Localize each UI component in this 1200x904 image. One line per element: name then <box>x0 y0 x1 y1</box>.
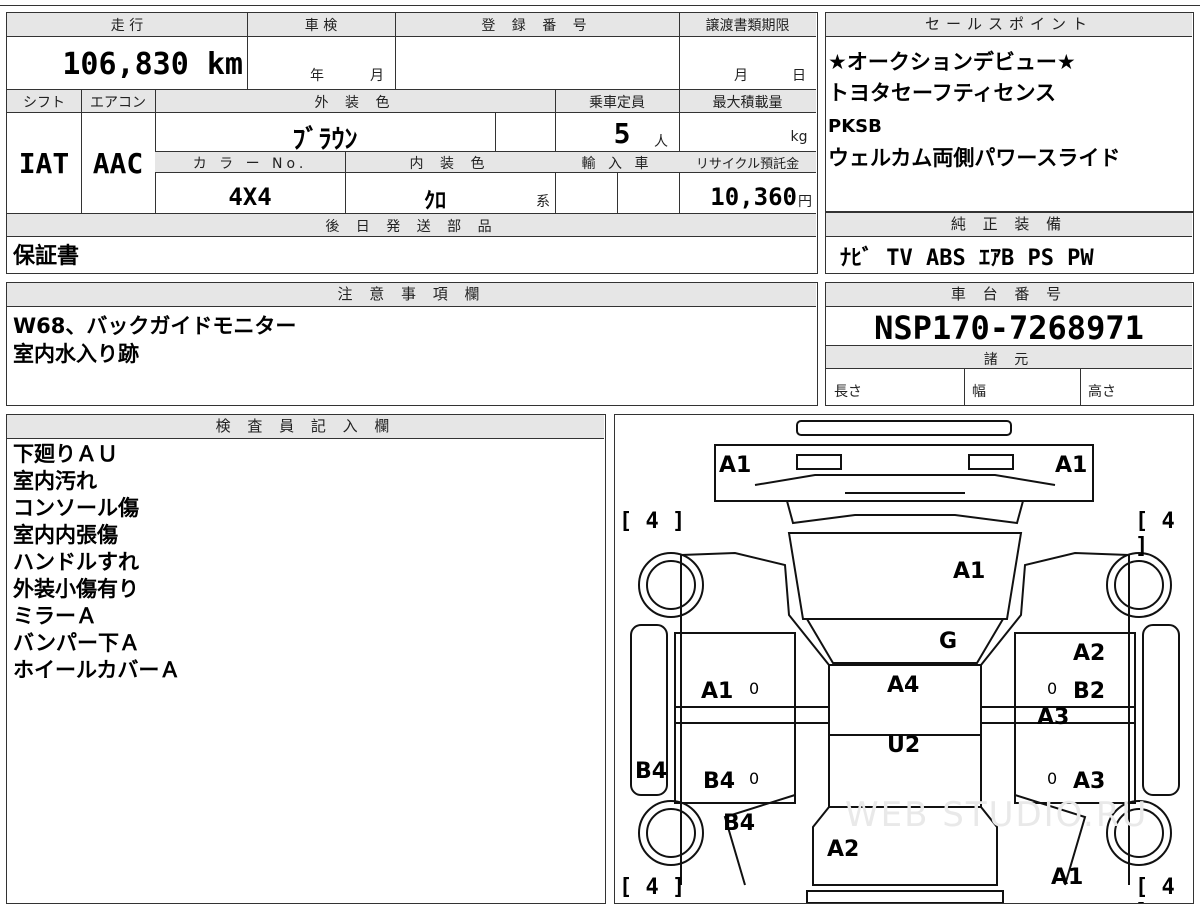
zero-right-rear: 0 <box>1047 769 1058 788</box>
equipment-value: ﾅﾋﾞ TV ABS ｴｱB PS PW <box>840 246 1094 271</box>
mark-right-front-door: A2 <box>1073 641 1106 666</box>
transfer-deadline-label: 譲渡書類期限 <box>705 18 790 34</box>
sales-points-label: セールスポイント <box>826 13 1192 37</box>
notes-label: 注 意 事 項 欄 <box>7 283 816 307</box>
equipment-label: 純 正 装 備 <box>826 213 1192 237</box>
mileage-value: 106,830 km <box>62 47 243 82</box>
later-parts-label: 後 日 発 送 部 品 <box>325 219 498 235</box>
inspector-line-7: ミラーＡ <box>13 604 97 628</box>
notes-line-2: 室内水入り跡 <box>13 342 139 366</box>
mark-rear: A2 <box>827 837 860 862</box>
mark-front-right: A1 <box>1055 453 1088 478</box>
mark-roof-rear: U2 <box>887 733 921 758</box>
top-strip <box>0 0 1200 6</box>
capacity-value: 5 <box>613 117 631 150</box>
zero-left-rear: 0 <box>749 769 760 788</box>
mark-rear-right: A1 <box>1051 865 1084 890</box>
inspector-panel: 検 査 員 記 入 欄 下廻りＡＵ 室内汚れ コンソール傷 室内内張傷 ハンドル… <box>6 414 606 904</box>
interior-color-suffix: 系 <box>536 194 550 210</box>
recycle-value: 10,360 <box>710 183 797 211</box>
tire-front-left: [ 4 ] <box>619 509 686 534</box>
mark-front-left: A1 <box>719 453 752 478</box>
inspector-line-4: 室内内張傷 <box>13 523 118 547</box>
tire-front-right: [ 4 ] <box>1135 509 1175 559</box>
mark-right-rear-door: A3 <box>1073 769 1106 794</box>
inspector-line-3: コンソール傷 <box>13 496 139 520</box>
shift-value: IAT <box>18 147 70 180</box>
mark-right-center: A3 <box>1037 705 1070 730</box>
import-label: 輸 入 車 <box>581 156 653 172</box>
inspector-line-5: ハンドルすれ <box>13 550 139 574</box>
watermark: WEB STUDIO.RU <box>845 795 1149 835</box>
zero-left-front: 0 <box>749 679 760 698</box>
inspector-line-9: ホイールカバーＡ <box>13 658 181 682</box>
transfer-month-unit: 月 <box>734 68 748 84</box>
mark-left-panel: B4 <box>635 759 668 784</box>
mark-left-front-door: A1 <box>701 679 734 704</box>
max-load-unit: kg <box>790 129 808 145</box>
shift-label: シフト <box>23 95 65 111</box>
equipment-panel: 純 正 装 備 ﾅﾋﾞ TV ABS ｴｱB PS PW <box>825 212 1194 274</box>
aircon-value: AAC <box>92 147 144 180</box>
transfer-day-unit: 日 <box>792 68 806 84</box>
inspection-year-unit: 年 <box>310 68 324 84</box>
chassis-panel: 車 台 番 号 NSP170-7268971 諸 元 長さ 幅 高さ <box>825 282 1194 406</box>
inspector-label: 検 査 員 記 入 欄 <box>7 415 604 439</box>
mileage-label: 走 行 <box>110 18 144 34</box>
inspector-line-2: 室内汚れ <box>13 469 97 493</box>
specs-label: 諸 元 <box>983 352 1035 368</box>
exterior-color-label: 外 装 色 <box>314 95 396 111</box>
mark-left-rear-door: B4 <box>703 769 736 794</box>
sales-point-4: ウェルカム両側パワースライド <box>828 146 1121 170</box>
notes-line-1: W68、バックガイドモニター <box>13 314 297 338</box>
sales-point-3: PKSB <box>828 116 882 137</box>
sales-point-1: ★オークションデビュー★ <box>828 50 1076 74</box>
interior-color-label: 内 装 色 <box>409 156 491 172</box>
mark-windshield: G <box>939 629 958 654</box>
chassis-value: NSP170-7268971 <box>874 309 1144 347</box>
registration-label: 登 録 番 号 <box>481 18 593 34</box>
notes-panel: 注 意 事 項 欄 W68、バックガイドモニター 室内水入り跡 <box>6 282 818 406</box>
chassis-label: 車 台 番 号 <box>826 283 1192 307</box>
recycle-unit: 円 <box>798 194 812 210</box>
spec-width: 幅 <box>972 384 986 400</box>
inspector-line-6: 外装小傷有り <box>13 577 139 601</box>
inspection-label: 車 検 <box>304 18 338 34</box>
mark-right-front-door2: B2 <box>1073 679 1106 704</box>
color-no-label: カ ラ ー No. <box>192 156 308 172</box>
recycle-label: リサイクル預託金 <box>695 157 800 172</box>
damage-diagram: [ 4 ] [ 4 ] [ 4 ] [ 4 ] A1 A1 A1 G A4 U2… <box>614 414 1194 904</box>
interior-color-value: ｸﾛ <box>423 189 446 214</box>
vehicle-info-table: 走 行 車 検 登 録 番 号 譲渡書類期限 106,830 km 年 月 月 … <box>6 12 818 274</box>
spec-length: 長さ <box>834 384 862 400</box>
inspector-line-8: バンパー下Ａ <box>13 631 141 655</box>
sales-points-panel: セールスポイント ★オークションデビュー★ トヨタセーフティセンス PKSB ウ… <box>825 12 1194 212</box>
color-no-value: 4X4 <box>228 183 272 211</box>
tire-rear-left: [ 4 ] <box>619 875 686 900</box>
capacity-label: 乗車定員 <box>589 95 645 111</box>
spec-height: 高さ <box>1088 384 1116 400</box>
capacity-unit: 人 <box>654 134 668 150</box>
sales-point-2: トヨタセーフティセンス <box>828 81 1057 105</box>
zero-right-front: 0 <box>1047 679 1058 698</box>
mark-hood: A1 <box>953 559 986 584</box>
aircon-label: エアコン <box>90 95 146 111</box>
inspector-line-1: 下廻りＡＵ <box>13 442 118 466</box>
max-load-label: 最大積載量 <box>712 95 783 111</box>
mark-left-rear-side: B4 <box>723 811 756 836</box>
mark-roof: A4 <box>887 673 920 698</box>
inspection-month-unit: 月 <box>370 68 384 84</box>
later-parts-value: 保証書 <box>13 244 80 269</box>
